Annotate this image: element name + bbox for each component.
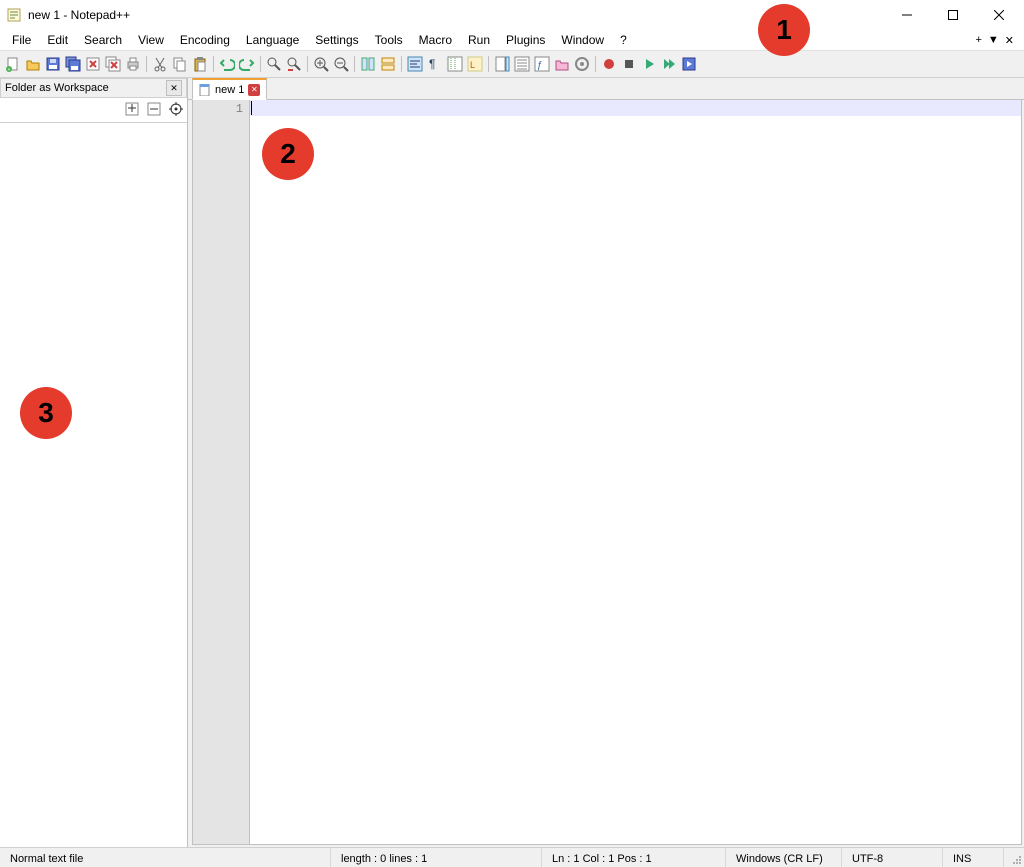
collapse-all-icon[interactable] bbox=[147, 102, 161, 119]
record-icon[interactable] bbox=[600, 55, 618, 73]
menu-settings[interactable]: Settings bbox=[307, 31, 366, 49]
new-file-icon[interactable]: + bbox=[4, 55, 22, 73]
status-position: Ln : 1 Col : 1 Pos : 1 bbox=[542, 848, 726, 867]
udl-icon[interactable]: L bbox=[466, 55, 484, 73]
annotation-1: 1 bbox=[758, 4, 810, 56]
annotation-3: 3 bbox=[20, 387, 72, 439]
close-file-icon[interactable] bbox=[84, 55, 102, 73]
menu-edit[interactable]: Edit bbox=[39, 31, 76, 49]
play-icon[interactable] bbox=[640, 55, 658, 73]
tab-active[interactable]: new 1 ✕ bbox=[192, 78, 267, 100]
titlebar: new 1 - Notepad++ bbox=[0, 0, 1024, 30]
indent-guide-icon[interactable] bbox=[446, 55, 464, 73]
all-chars-icon[interactable]: ¶ bbox=[426, 55, 444, 73]
statusbar: Normal text file length : 0 lines : 1 Ln… bbox=[0, 847, 1024, 867]
current-line-highlight bbox=[250, 100, 1021, 116]
editor-pane: new 1 ✕ 1 bbox=[188, 78, 1024, 847]
menubar: File Edit Search View Encoding Language … bbox=[0, 30, 1024, 50]
menu-view[interactable]: View bbox=[130, 31, 172, 49]
svg-text:ƒ: ƒ bbox=[537, 60, 543, 71]
editor-textarea[interactable] bbox=[250, 100, 1021, 844]
save-all-icon[interactable] bbox=[64, 55, 82, 73]
menu-encoding[interactable]: Encoding bbox=[172, 31, 238, 49]
folder-workspace-icon[interactable] bbox=[553, 55, 571, 73]
copy-icon[interactable] bbox=[171, 55, 189, 73]
close-all-icon[interactable] bbox=[104, 55, 122, 73]
maximize-button[interactable] bbox=[930, 0, 976, 30]
menu-plugins[interactable]: Plugins bbox=[498, 31, 553, 49]
status-mode[interactable]: INS bbox=[943, 848, 1004, 867]
locate-file-icon[interactable] bbox=[169, 102, 183, 119]
zoom-out-icon[interactable] bbox=[332, 55, 350, 73]
play-multi-icon[interactable] bbox=[660, 55, 678, 73]
menu-tools[interactable]: Tools bbox=[367, 31, 411, 49]
function-list-icon[interactable]: ƒ bbox=[533, 55, 551, 73]
svg-text:+: + bbox=[8, 67, 11, 72]
cut-icon[interactable] bbox=[151, 55, 169, 73]
text-caret bbox=[251, 101, 252, 115]
status-length: length : 0 lines : 1 bbox=[331, 848, 542, 867]
redo-icon[interactable] bbox=[238, 55, 256, 73]
line-number: 1 bbox=[207, 102, 243, 116]
svg-text:L: L bbox=[470, 60, 475, 70]
sidebar-close-icon[interactable]: ✕ bbox=[166, 80, 182, 96]
app-icon bbox=[6, 7, 22, 23]
tab-label: new 1 bbox=[215, 84, 244, 96]
tab-list-button[interactable]: ▼ bbox=[988, 34, 999, 46]
file-icon bbox=[199, 84, 211, 96]
doc-map-icon[interactable] bbox=[493, 55, 511, 73]
svg-text:¶: ¶ bbox=[429, 57, 435, 71]
window-title: new 1 - Notepad++ bbox=[28, 8, 884, 22]
tab-close-button[interactable]: ✕ bbox=[1005, 34, 1014, 47]
status-encoding[interactable]: UTF-8 bbox=[842, 848, 943, 867]
tab-close-icon[interactable]: ✕ bbox=[248, 84, 260, 96]
menu-file[interactable]: File bbox=[4, 31, 39, 49]
tabbar: new 1 ✕ bbox=[188, 78, 1024, 100]
sync-v-icon[interactable] bbox=[359, 55, 377, 73]
annotation-2: 2 bbox=[262, 128, 314, 180]
undo-icon[interactable] bbox=[218, 55, 236, 73]
menu-macro[interactable]: Macro bbox=[411, 31, 460, 49]
menu-language[interactable]: Language bbox=[238, 31, 307, 49]
wordwrap-icon[interactable] bbox=[406, 55, 424, 73]
sidebar-tree[interactable] bbox=[0, 122, 187, 847]
minimize-button[interactable] bbox=[884, 0, 930, 30]
tab-plus-button[interactable]: + bbox=[975, 34, 981, 46]
sidebar-title: Folder as Workspace bbox=[5, 82, 109, 94]
sidebar: Folder as Workspace ✕ bbox=[0, 78, 188, 847]
sync-h-icon[interactable] bbox=[379, 55, 397, 73]
resize-grip-icon[interactable] bbox=[1004, 851, 1024, 867]
fold-gutter[interactable] bbox=[193, 100, 207, 844]
save-icon[interactable] bbox=[44, 55, 62, 73]
print-icon[interactable] bbox=[124, 55, 142, 73]
find-icon[interactable] bbox=[265, 55, 283, 73]
expand-all-icon[interactable] bbox=[125, 102, 139, 119]
paste-icon[interactable] bbox=[191, 55, 209, 73]
toolbar: + ¶ L ƒ bbox=[0, 50, 1024, 78]
zoom-in-icon[interactable] bbox=[312, 55, 330, 73]
window-controls bbox=[884, 0, 1022, 30]
menu-help[interactable]: ? bbox=[612, 31, 635, 49]
status-filetype: Normal text file bbox=[0, 848, 331, 867]
menu-search[interactable]: Search bbox=[76, 31, 130, 49]
doc-list-icon[interactable] bbox=[513, 55, 531, 73]
close-button[interactable] bbox=[976, 0, 1022, 30]
open-file-icon[interactable] bbox=[24, 55, 42, 73]
save-macro-icon[interactable] bbox=[680, 55, 698, 73]
sidebar-header[interactable]: Folder as Workspace ✕ bbox=[0, 78, 187, 98]
status-eol[interactable]: Windows (CR LF) bbox=[726, 848, 842, 867]
menu-run[interactable]: Run bbox=[460, 31, 498, 49]
stop-icon[interactable] bbox=[620, 55, 638, 73]
replace-icon[interactable] bbox=[285, 55, 303, 73]
line-number-gutter: 1 bbox=[207, 100, 250, 844]
monitor-icon[interactable] bbox=[573, 55, 591, 73]
menu-window[interactable]: Window bbox=[553, 31, 612, 49]
